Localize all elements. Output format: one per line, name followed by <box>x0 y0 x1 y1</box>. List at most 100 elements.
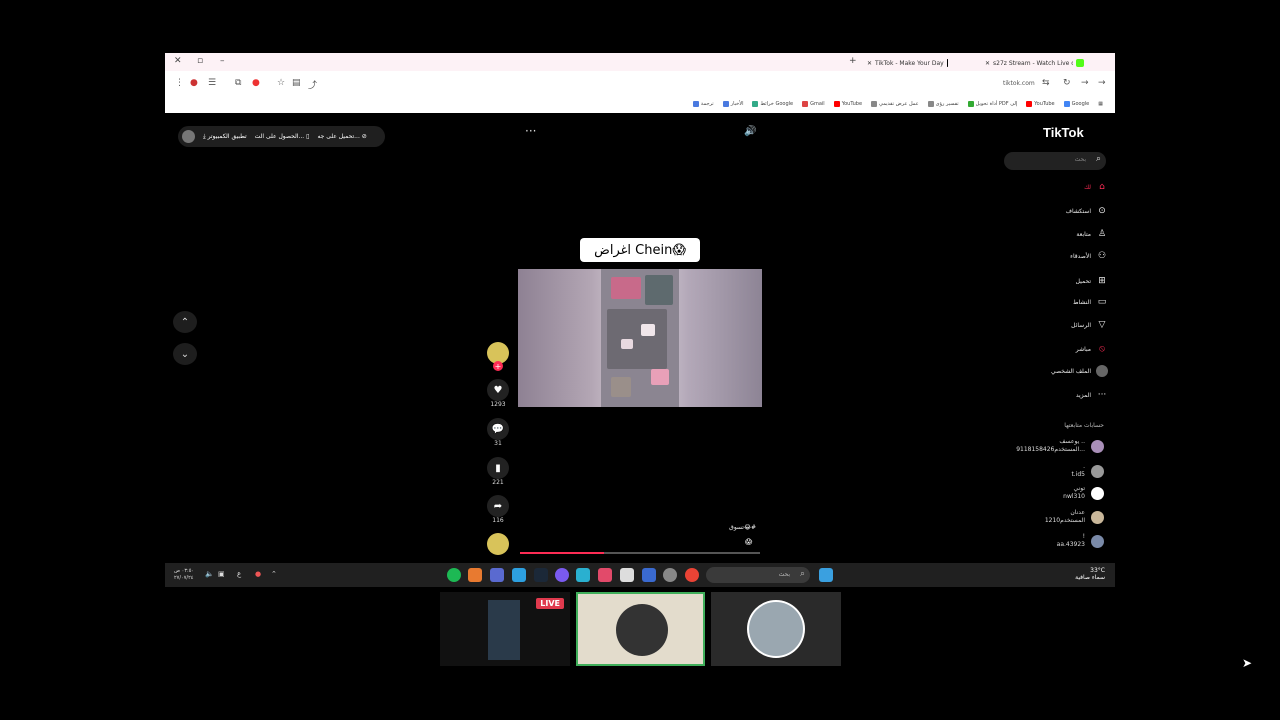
bookmark-item[interactable]: تفسير رؤى <box>927 101 959 107</box>
participant-tile[interactable] <box>576 592 705 666</box>
bookmark-item[interactable]: Google <box>1063 101 1089 107</box>
display-icon[interactable]: ▣ <box>218 570 225 578</box>
app-icon[interactable] <box>598 568 612 582</box>
app-icon[interactable] <box>663 568 677 582</box>
minimize-window-icon[interactable]: – <box>220 56 225 66</box>
close-tab-icon[interactable]: ✕ <box>867 60 872 67</box>
video-player[interactable] <box>518 269 762 407</box>
bookmark-item[interactable]: Gmail <box>802 101 825 107</box>
search-input[interactable]: بحث ⌕ <box>1004 152 1106 170</box>
nav-for-you[interactable]: لك ⌂ <box>1084 180 1108 194</box>
video-content <box>611 277 641 299</box>
participant-tile[interactable] <box>711 592 841 666</box>
video-content <box>651 369 669 385</box>
bookmarks-bar: ▦ Google YouTube أداة تحويل PDF إلى تفسي… <box>692 98 1103 110</box>
volume-icon[interactable]: 🔊 <box>744 126 756 137</box>
tab-tiktok[interactable]: ✕ TikTok - Make Your Day <box>867 55 947 71</box>
taskbar-search-input[interactable]: بحث ⌕ <box>706 567 810 583</box>
weather-widget[interactable]: 33°C سماء صافية <box>1075 567 1105 581</box>
share-icon[interactable]: ⤴ <box>308 78 317 91</box>
nav-activity[interactable]: النشاط ▭ <box>1073 295 1108 309</box>
followed-account[interactable]: ! aa.43923 <box>1057 533 1104 549</box>
bookmark-icon: ▮ <box>487 457 509 479</box>
news-icon <box>722 101 729 107</box>
followed-account[interactable]: عدنان المستخدم1210 <box>1045 509 1104 525</box>
extension-icon[interactable]: ● <box>252 78 260 88</box>
nav-messages[interactable]: الرسائل ▽ <box>1071 318 1108 332</box>
comment-button[interactable]: 💬 31 <box>486 418 510 447</box>
nav-friends[interactable]: الأصدقاء ⚇ <box>1070 249 1108 263</box>
youtube-icon <box>1026 101 1033 107</box>
extensions-icon[interactable]: ⧉ <box>235 78 241 88</box>
bookmark-item[interactable]: عمل عرض تقديمي <box>871 101 919 107</box>
restore-window-icon[interactable]: ▫ <box>197 56 203 66</box>
bookmark-item[interactable]: أداة تحويل PDF إلى <box>967 101 1017 107</box>
spotify-icon[interactable] <box>447 568 461 582</box>
like-button[interactable]: ♥ 1293 <box>486 379 510 408</box>
store-icon[interactable] <box>620 568 634 582</box>
app-icon[interactable] <box>468 568 482 582</box>
bookmark-item[interactable]: الأخبار <box>722 101 743 107</box>
share-button[interactable]: ➦ 116 <box>486 495 510 524</box>
chevron-up-icon[interactable]: ⌃ <box>271 570 277 578</box>
close-tab-icon[interactable]: ✕ <box>985 60 990 67</box>
apps-icon[interactable]: ▦ <box>1098 101 1103 107</box>
app-icon[interactable] <box>576 568 590 582</box>
previous-video-button[interactable]: ⌃ <box>173 311 197 333</box>
nav-explore[interactable]: استكشاف ⊙ <box>1066 204 1108 218</box>
bookmark-item[interactable]: خرائط Google <box>752 101 793 107</box>
search-icon[interactable]: ⌕ <box>1096 154 1101 164</box>
nav-more[interactable]: المزيد ··· <box>1076 388 1108 402</box>
tab-kick[interactable]: ✕ s27z Stream - Watch Live on Kick <box>985 55 1103 71</box>
app-icon[interactable] <box>512 568 526 582</box>
filter-icon[interactable]: ☰ <box>208 78 216 88</box>
follow-plus-icon[interactable]: + <box>493 361 503 371</box>
video-content <box>621 339 633 349</box>
avatar[interactable] <box>182 130 195 143</box>
bookmark-star-icon[interactable]: ☆ <box>277 78 285 88</box>
bookmark-item[interactable]: YouTube <box>833 101 862 107</box>
next-video-button[interactable]: ⌄ <box>173 343 197 365</box>
speaker-icon[interactable]: 🔈 <box>205 570 214 578</box>
back-icon[interactable]: → <box>1098 78 1106 88</box>
chrome-icon[interactable] <box>685 568 699 582</box>
followed-account[interactable]: توني nwl310 <box>1063 485 1104 501</box>
site-settings-icon[interactable]: ⇆ <box>1042 78 1050 88</box>
new-tab-icon[interactable]: + <box>849 56 857 66</box>
avatar <box>1091 486 1104 500</box>
followed-account[interactable]: يوعسف .. المستخدم9118158426... <box>1016 438 1104 454</box>
clock[interactable]: ٠٣:٥٠ ص ٢٧/٠٧/٢٤ <box>174 568 194 582</box>
followed-account[interactable]: . t.id5 <box>1071 463 1104 479</box>
steam-icon[interactable] <box>534 568 548 582</box>
language-indicator[interactable]: ع <box>237 570 241 578</box>
close-window-icon[interactable]: ✕ <box>174 56 182 66</box>
bookmark-item[interactable]: YouTube <box>1026 101 1055 107</box>
bookmark-item[interactable]: ترجمة <box>692 101 714 107</box>
menu-dots-icon[interactable]: ⋮ <box>175 78 184 88</box>
get-app-button[interactable]: تحميل على جه... ⊘ <box>317 133 366 140</box>
windows-start-icon[interactable] <box>819 568 833 582</box>
forward-icon[interactable]: → <box>1081 78 1089 88</box>
video-content <box>607 309 667 369</box>
tiktok-logo[interactable]: TikTok <box>1043 125 1084 140</box>
nav-upload[interactable]: تحميل ⊞ <box>1076 274 1108 288</box>
app-icon[interactable] <box>555 568 569 582</box>
reload-icon[interactable]: ↻ <box>1063 78 1071 88</box>
video-progress-bar[interactable] <box>520 552 760 554</box>
microphone-icon[interactable]: ● <box>255 570 261 578</box>
nav-profile[interactable]: الملف الشخصي <box>1051 364 1108 378</box>
app-icon[interactable] <box>642 568 656 582</box>
get-pc-app-button[interactable]: الحصول على الت... ▯ <box>255 133 310 140</box>
save-button[interactable]: ▮ 221 <box>486 457 510 486</box>
screen-share-tile[interactable]: LIVE <box>440 592 570 666</box>
profile-icon[interactable]: ● <box>190 78 198 88</box>
desktop-app-button[interactable]: ⤓ تطبيق الكمبيوتر <box>203 133 247 141</box>
translate-icon[interactable]: ▤ <box>292 78 301 88</box>
nav-following[interactable]: متابعة ♙ <box>1076 227 1108 241</box>
avatar <box>1091 439 1104 453</box>
more-options-icon[interactable]: ··· <box>525 124 536 138</box>
address-bar[interactable]: tiktok.com <box>1003 80 1035 87</box>
nav-live[interactable]: مباشر ⦸ <box>1076 342 1108 356</box>
shield-icon[interactable] <box>490 568 504 582</box>
music-disc[interactable] <box>487 533 509 555</box>
